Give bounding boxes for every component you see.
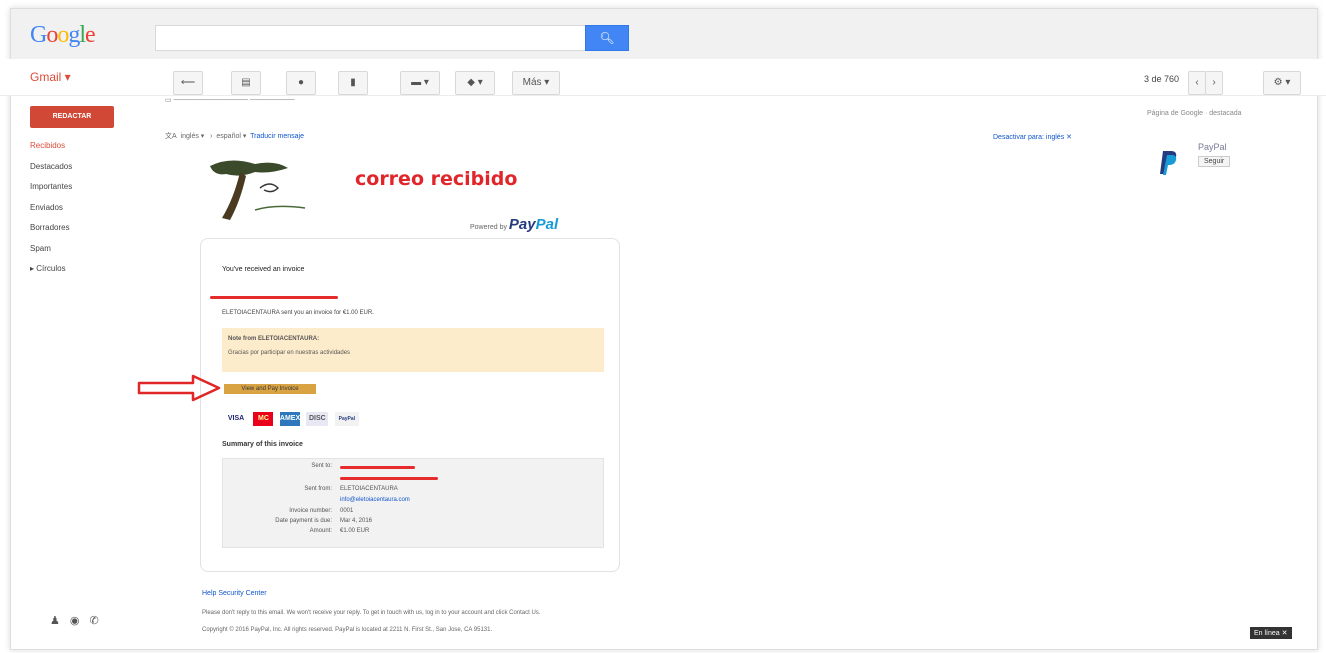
search-input[interactable]	[155, 25, 589, 51]
summary-value: €1.00 EUR	[340, 528, 370, 534]
footer-links[interactable]: Help Security Center	[202, 590, 267, 597]
logo-letter: o	[57, 22, 69, 48]
powered-by-text: Powered by	[470, 224, 507, 231]
redaction-line	[340, 466, 415, 469]
google-logo[interactable]: Google	[30, 22, 96, 49]
report-spam-button[interactable]: ●	[286, 71, 316, 95]
sidebar-item[interactable]: Enviados	[30, 203, 63, 212]
logo-letter: o	[46, 22, 58, 48]
footer-copyright: Copyright © 2016 PayPal, Inc. All rights…	[202, 627, 493, 633]
view-and-pay-invoice-button[interactable]: View and Pay Invoice	[224, 384, 316, 394]
visa-logo: VISA	[227, 414, 245, 422]
paypal-wordmark-pay: Pay	[508, 216, 536, 233]
summary-key: Amount:	[309, 528, 332, 534]
summary-value: Mar 4, 2016	[340, 518, 373, 524]
back-button[interactable]: ⟵	[173, 71, 203, 95]
gear-icon: ⚙ ▾	[1273, 77, 1291, 88]
report-icon: ●	[297, 77, 305, 88]
amex-logo: AMEX	[279, 411, 300, 426]
hangouts-bar: ♟◉✆	[50, 614, 109, 627]
move-to-button[interactable]: ▬ ▾	[400, 71, 440, 95]
summary-key: Invoice number:	[289, 508, 332, 514]
trash-icon: ▮	[350, 77, 356, 88]
labels-button[interactable]: ◆ ▾	[455, 71, 495, 95]
footer-note: Please don't reply to this email. We won…	[202, 610, 541, 616]
online-status-badge[interactable]: En línea ✕	[1250, 627, 1292, 639]
paypal-wordmark: PayPal	[509, 216, 558, 233]
translate-icon: 文A	[165, 133, 177, 140]
paypal-p-icon	[1160, 151, 1177, 175]
summary-key: Date payment is due:	[275, 518, 332, 524]
annotation-label: correo recibido	[355, 168, 518, 190]
logo-letter: e	[85, 22, 96, 48]
translate-from[interactable]: inglés ▾	[181, 133, 205, 140]
translate-link[interactable]: Traducir mensaje	[250, 133, 304, 140]
paypal-card-logo: PayPal	[334, 411, 359, 426]
phone-icon[interactable]: ✆	[89, 615, 108, 627]
search-icon: 🔍︎	[599, 31, 615, 45]
summary-value[interactable]: info@eletoiacentaura.com	[340, 497, 410, 503]
sidebar-item[interactable]: ▸ Círculos	[30, 264, 66, 273]
chevron-left-icon: ‹	[1195, 77, 1199, 88]
logo-letter: G	[30, 22, 47, 48]
summary-key: Sent from:	[304, 486, 332, 492]
turn-off-translation[interactable]: Desactivar para: inglés ✕	[993, 133, 1072, 141]
search-button[interactable]: 🔍︎	[585, 25, 629, 51]
sidebar-item[interactable]: Destacados	[30, 162, 72, 171]
translate-arrow: ›	[210, 133, 213, 140]
right-panel-heading: Página de Google · destacada	[1147, 110, 1242, 117]
powered-by-paypal: Powered by PayPal	[470, 216, 558, 233]
summary-value: 0001	[340, 508, 354, 514]
paypal-wordmark-pal: Pal	[535, 216, 559, 233]
note-text: Gracias por participar en nuestras activ…	[228, 350, 351, 356]
hangouts-icon[interactable]: ◉	[70, 615, 90, 627]
redaction-line	[210, 296, 338, 299]
folder-icon: ▬ ▾	[411, 77, 429, 88]
label-icon: ◆ ▾	[467, 77, 483, 88]
person-icon[interactable]: ♟	[50, 615, 70, 627]
discover-logo: DISC	[306, 411, 329, 426]
invoice-sent-line: ELETOIACENTAURA sent you an invoice for …	[222, 310, 374, 316]
red-arrow-annotation	[137, 374, 221, 402]
translate-to[interactable]: español ▾	[216, 133, 246, 140]
archive-icon: ▤	[241, 77, 251, 88]
delete-button[interactable]: ▮	[338, 71, 368, 95]
newer-button[interactable]: ‹	[1188, 71, 1206, 95]
settings-button[interactable]: ⚙ ▾	[1263, 71, 1301, 95]
invoice-title: You've received an invoice	[222, 266, 305, 273]
message-header: ▭ ─────────────── ─────────	[165, 97, 295, 104]
summary-key: Sent to:	[311, 463, 332, 469]
chevron-right-icon: ›	[1212, 77, 1216, 88]
gmail-menu[interactable]: Gmail ▾	[30, 70, 71, 84]
mastercard-logo: MC	[253, 411, 274, 426]
note-from: Note from ELETOIACENTAURA:	[228, 336, 320, 342]
back-arrow-icon: ⟵	[180, 77, 196, 88]
redaction-line	[340, 477, 438, 480]
archive-button[interactable]: ▤	[231, 71, 261, 95]
company-logo	[210, 160, 306, 220]
message-count: 3 de 760	[1144, 74, 1180, 84]
more-button[interactable]: Más ▾	[512, 71, 560, 95]
summary-box	[222, 458, 604, 548]
summary-title: Summary of this invoice	[222, 441, 303, 448]
sidebar-item[interactable]: Borradores	[30, 223, 70, 232]
summary-value: ELETOIACENTAURA	[340, 486, 398, 492]
sidebar-item[interactable]: Importantes	[30, 182, 72, 191]
invoice-note: Note from ELETOIACENTAURA: Gracias por p…	[222, 328, 604, 372]
translate-bar: 文A inglés ▾ › español ▾ Traducir mensaje	[165, 131, 304, 141]
card-logos: VISA MC AMEX DISC PayPal	[225, 410, 361, 426]
older-button[interactable]: ›	[1205, 71, 1223, 95]
paypal-page-name[interactable]: PayPal	[1198, 142, 1227, 152]
logo-letter: g	[68, 22, 80, 48]
sidebar-item[interactable]: Recibidos	[30, 141, 65, 150]
sidebar-item[interactable]: Spam	[30, 244, 51, 253]
follow-button[interactable]: Seguir	[1198, 156, 1231, 167]
compose-button[interactable]: REDACTAR	[30, 106, 114, 128]
